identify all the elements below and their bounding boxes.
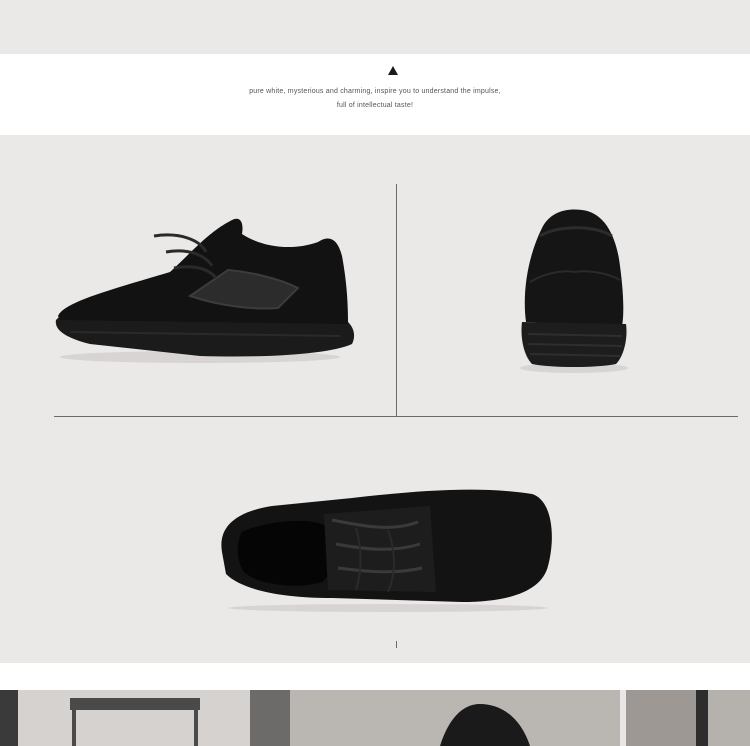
shoe-top-view-image [221,489,552,612]
top-band [0,0,750,54]
divider-vertical [396,184,397,416]
lifestyle-photo [0,690,750,746]
lifestyle-photo-image [0,690,750,746]
intro-tagline-1: pure white, mysterious and charming, ins… [249,88,501,95]
shoe-back-view-image [520,209,628,373]
section-gap [0,663,750,690]
triangle-up-icon [388,66,398,75]
shoe-side-view-image [55,218,355,363]
intro-tagline-2: full of intellectual taste! [336,102,414,109]
divider-horizontal [54,416,738,417]
divider-tick [396,641,397,648]
